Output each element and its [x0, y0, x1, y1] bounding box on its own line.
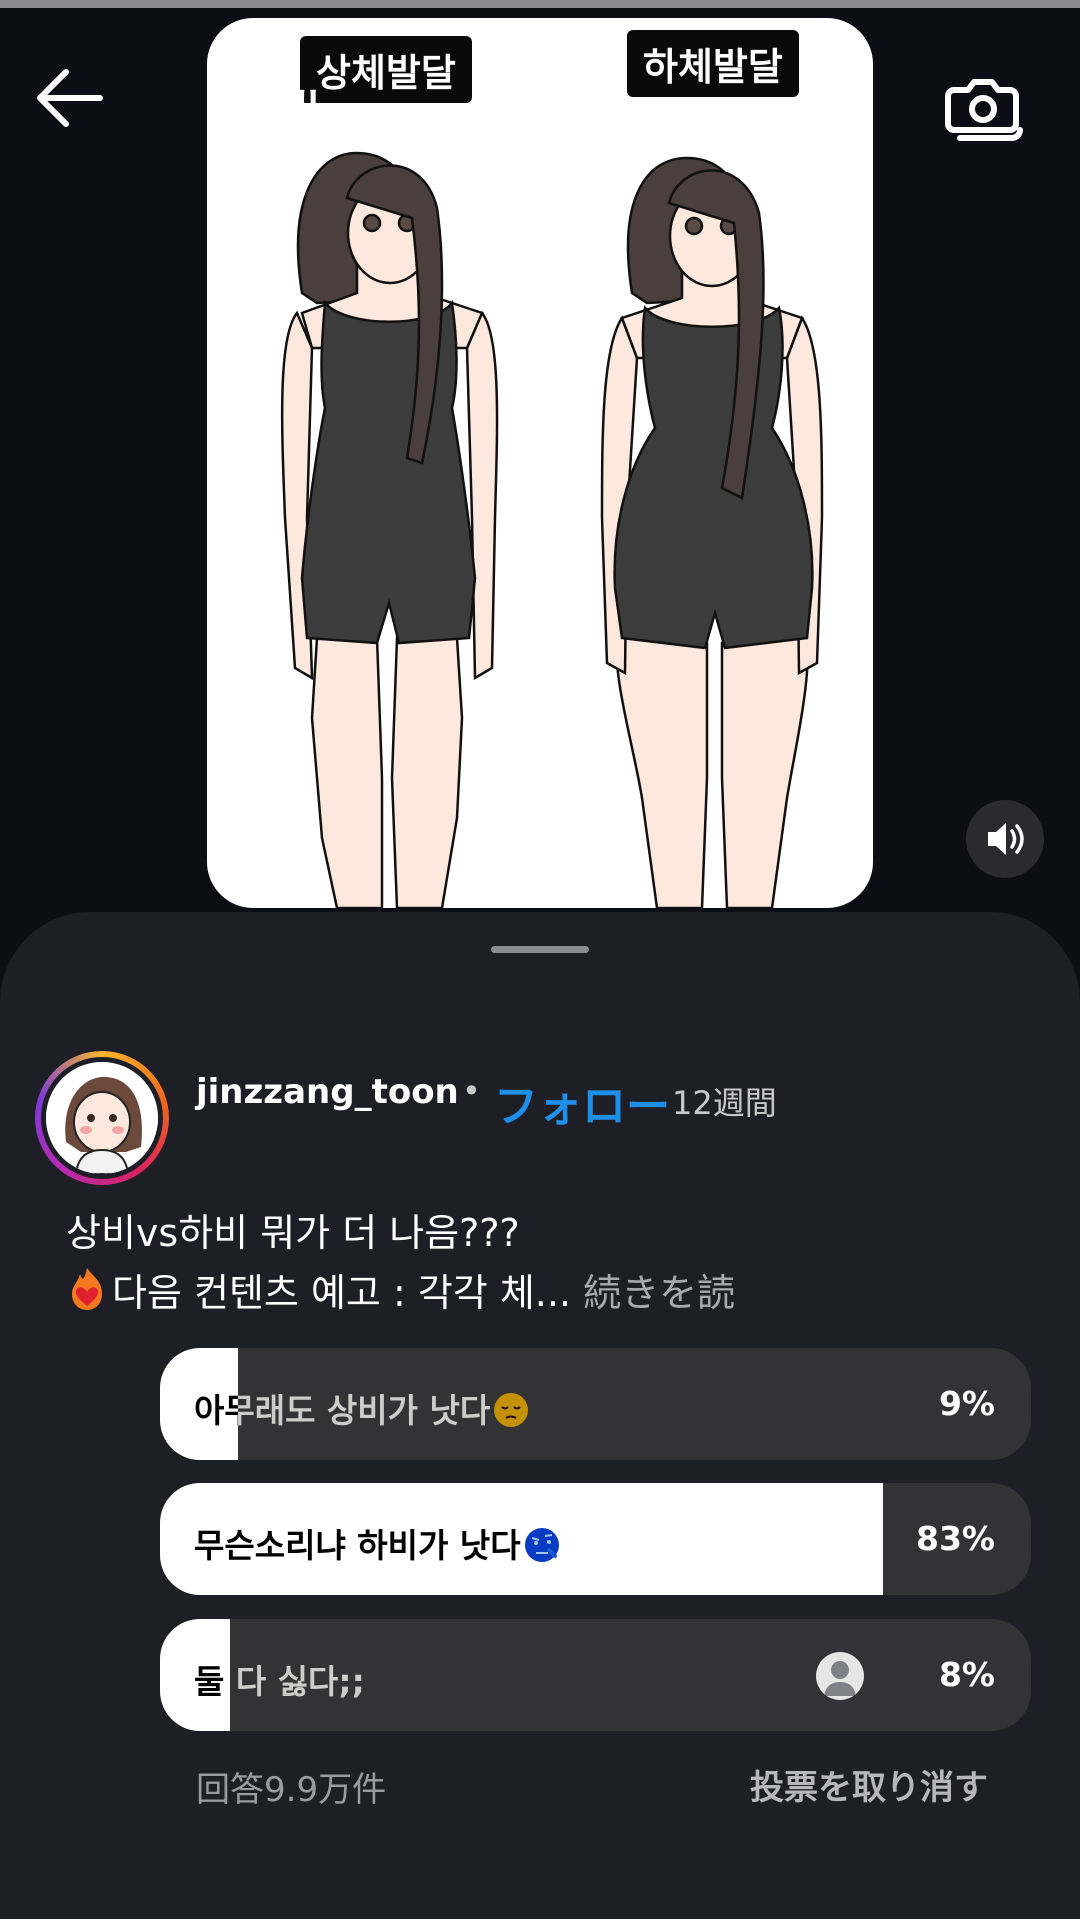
undo-vote-button[interactable]: 投票を取り消す: [750, 1760, 988, 1809]
separator-dot: •: [462, 1072, 481, 1110]
pensive-face-icon: [494, 1393, 529, 1427]
poll-response-count: 回答9.9万件: [196, 1770, 387, 1810]
poll-percent: 9%: [938, 1384, 995, 1423]
follow-button[interactable]: フォロー: [494, 1070, 670, 1134]
poll-option-label: 둘 다 싫다;;: [194, 1662, 365, 1701]
caption-line-2: 다음 컨텐츠 예고 : 각각 체... 続きを読: [66, 1262, 735, 1317]
left-figure: [280, 151, 499, 908]
sheet-drag-handle[interactable]: [491, 946, 589, 953]
right-figure: [600, 156, 824, 908]
voter-avatar-icon: [816, 1652, 864, 1700]
caption-text: 다음 컨텐츠 예고 : 각각 체...: [112, 1271, 572, 1315]
camera-icon: [945, 79, 1023, 141]
poll-percent: 83%: [916, 1519, 995, 1558]
post-sheet: jinzzang_toon • フォロー 12週間 상비vs하비 뭐가 더 나음…: [0, 912, 1080, 1919]
poll-percent: 8%: [938, 1655, 995, 1694]
post-age: 12週間: [672, 1084, 777, 1122]
poll-option-3[interactable]: 둘 다 싫다;; 8%: [160, 1619, 1031, 1731]
raised-eyebrow-face-icon: [524, 1528, 559, 1562]
speaker-icon: [988, 823, 1024, 855]
top-bar: リール: [0, 8, 1080, 158]
fire-heart-icon: [72, 1268, 102, 1310]
caption-line-1: 상비vs하비 뭐가 더 나음???: [66, 1211, 520, 1255]
status-bar: [0, 0, 1080, 8]
username[interactable]: jinzzang_toon: [196, 1072, 459, 1112]
poll-option-label: 아무래도 상비가 낫다: [194, 1384, 530, 1432]
poll-option-2[interactable]: 무슨소리냐 하비가 낫다 83%: [160, 1483, 1031, 1595]
read-more-link[interactable]: 続きを読: [583, 1271, 735, 1315]
poll-option-label: 무슨소리냐 하비가 낫다: [194, 1519, 561, 1567]
arrow-left-icon: [37, 69, 103, 127]
poll-option-1[interactable]: 아무래도 상비가 낫다 9%: [160, 1348, 1031, 1460]
sound-toggle-button[interactable]: [966, 800, 1044, 878]
avatar-image: [46, 1062, 158, 1174]
page-title: リール: [200, 83, 332, 134]
camera-button[interactable]: [940, 62, 1024, 146]
back-button[interactable]: [30, 58, 110, 138]
avatar[interactable]: [35, 1051, 169, 1185]
